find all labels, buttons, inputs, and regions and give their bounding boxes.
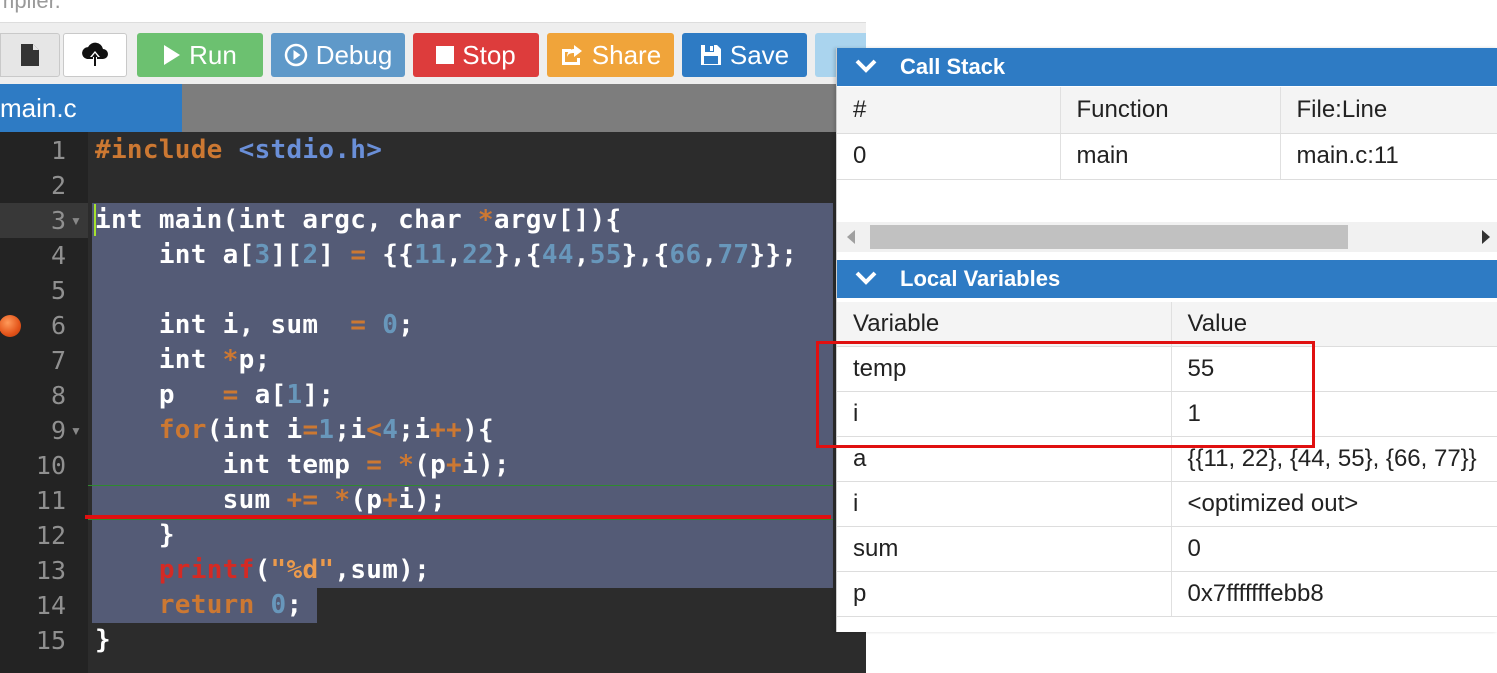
table-row[interactable]: 0 main main.c:11 xyxy=(837,133,1497,180)
toolbar: Run Debug Stop Share Save xyxy=(0,22,866,85)
run-button-label: Run xyxy=(189,39,237,70)
current-line-border xyxy=(88,519,833,520)
scroll-right-arrow-icon[interactable] xyxy=(1482,230,1490,244)
line-number-gutter: 1 2 3 4 5 6 7 8 9 10 11 12 13 14 15 ▼ ▼ xyxy=(0,132,88,673)
share-button-label: Share xyxy=(591,39,662,70)
stop-icon xyxy=(436,46,455,64)
code-editor[interactable]: 1 2 3 4 5 6 7 8 9 10 11 12 13 14 15 ▼ ▼ … xyxy=(0,132,866,673)
debug-button[interactable]: Debug xyxy=(271,33,405,77)
table-header-row: # Function File:Line xyxy=(837,87,1497,134)
breakpoint-marker-icon[interactable] xyxy=(0,315,21,337)
file-icon xyxy=(21,44,39,66)
code-line: } xyxy=(95,520,175,550)
scrollbar-thumb[interactable] xyxy=(870,225,1348,249)
line-number: 13 xyxy=(35,556,66,585)
column-header: File:Line xyxy=(1280,87,1497,134)
call-stack-title: Call Stack xyxy=(900,54,1006,79)
stop-button[interactable]: Stop xyxy=(413,33,539,77)
code-line: int i, sum = 0; xyxy=(95,310,415,340)
line-number: 14 xyxy=(35,591,66,620)
debug-button-label: Debug xyxy=(315,39,393,70)
local-variables-header[interactable]: Local Variables xyxy=(837,260,1497,298)
annotation-highlight-box xyxy=(816,341,1315,448)
line-number: 11 xyxy=(35,486,66,515)
new-file-button[interactable] xyxy=(0,33,60,77)
upload-button[interactable] xyxy=(63,33,127,77)
share-icon xyxy=(561,45,582,65)
code-line: int a[3][2] = {{11,22},{44,55},{66,77}}; xyxy=(95,240,798,270)
line-number: 3 xyxy=(50,206,66,235)
code-line: return 0; xyxy=(158,590,303,620)
play-icon xyxy=(164,45,181,65)
line-number: 9 xyxy=(50,416,66,445)
variable-name: p xyxy=(837,571,1172,617)
stack-frame-function: main xyxy=(1060,133,1281,180)
line-number: 8 xyxy=(50,381,66,410)
line-number: 15 xyxy=(35,626,66,655)
text-cursor xyxy=(94,204,96,236)
horizontal-scrollbar[interactable] xyxy=(837,222,1497,252)
call-stack-header[interactable]: Call Stack xyxy=(837,48,1497,86)
code-line: for(int i=1;i<4;i++){ xyxy=(158,415,494,445)
column-header: Variable xyxy=(837,302,1172,347)
title-strip: mpiler. xyxy=(0,0,866,22)
code-line: printf("%d",sum); xyxy=(158,555,431,585)
variable-value: <optimized out> xyxy=(1171,481,1497,527)
chevron-down-icon xyxy=(855,271,877,285)
variable-value: 0x7fffffffebb8 xyxy=(1171,571,1497,617)
local-variables-title: Local Variables xyxy=(900,266,1061,291)
code-line: p = a[1]; xyxy=(95,380,335,410)
run-button[interactable]: Run xyxy=(137,33,263,77)
stack-frame-index: 0 xyxy=(837,133,1061,180)
column-header: # xyxy=(837,87,1061,134)
stop-button-label: Stop xyxy=(462,39,516,70)
share-button[interactable]: Share xyxy=(547,33,674,77)
code-line: int main(int argc, char *argv[]){ xyxy=(95,205,622,235)
line-number: 4 xyxy=(50,241,66,270)
column-header: Function xyxy=(1060,87,1281,134)
fold-arrow-icon[interactable]: ▼ xyxy=(70,414,82,449)
line-number: 1 xyxy=(50,136,66,165)
fold-arrow-icon[interactable]: ▼ xyxy=(70,204,82,239)
save-button[interactable]: Save xyxy=(682,33,807,77)
app-title: mpiler. xyxy=(0,0,61,13)
column-header: Value xyxy=(1171,302,1497,347)
line-number: 5 xyxy=(50,276,66,305)
table-row[interactable]: p 0x7fffffffebb8 xyxy=(837,571,1497,617)
code-line: #include <stdio.h> xyxy=(95,135,383,165)
stack-frame-location: main.c:11 xyxy=(1280,133,1497,180)
code-line: } xyxy=(95,625,111,655)
variable-value: 0 xyxy=(1171,526,1497,572)
chevron-down-icon xyxy=(855,59,877,73)
scroll-left-arrow-icon[interactable] xyxy=(847,230,855,244)
line-number: 12 xyxy=(35,521,66,550)
table-header-row: Variable Value xyxy=(837,302,1497,347)
annotation-underline xyxy=(85,515,831,519)
variable-name: sum xyxy=(837,526,1172,572)
code-line: int temp = *(p+i); xyxy=(95,450,510,480)
cloud-upload-icon xyxy=(82,42,108,66)
floppy-disk-icon xyxy=(700,45,721,65)
tab-main-c[interactable]: main.c xyxy=(0,84,182,132)
table-row[interactable]: sum 0 xyxy=(837,526,1497,572)
line-number: 7 xyxy=(50,346,66,375)
variable-name: i xyxy=(837,481,1172,527)
code-line-current: sum += *(p+i); xyxy=(95,485,447,515)
save-button-label: Save xyxy=(729,39,790,70)
code-line: int *p; xyxy=(95,345,271,375)
table-row[interactable]: i <optimized out> xyxy=(837,481,1497,527)
line-number: 10 xyxy=(35,451,66,480)
file-tab-bar: main.c xyxy=(0,84,866,132)
call-stack-table: # Function File:Line 0 main main.c:11 xyxy=(837,87,1497,180)
debug-panel: Call Stack # Function File:Line 0 main m… xyxy=(836,48,1497,632)
line-number: 2 xyxy=(50,171,66,200)
play-circle-icon xyxy=(284,43,307,67)
